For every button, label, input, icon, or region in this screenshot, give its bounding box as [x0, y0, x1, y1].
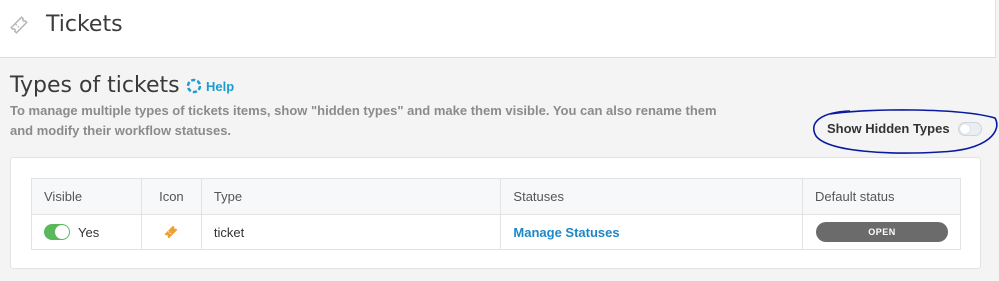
- statuses-cell: Manage Statuses: [500, 214, 803, 250]
- ticket-types-card: Visible Icon Type Statuses Default statu…: [10, 157, 981, 269]
- help-label: Help: [206, 78, 235, 94]
- icon-cell: [140, 214, 202, 250]
- help-link[interactable]: Help: [186, 78, 234, 94]
- column-header: Visible: [31, 178, 142, 215]
- default-status-cell: OPEN: [802, 214, 961, 250]
- ticket-icon: [10, 16, 28, 34]
- section-description: To manage multiple types of tickets item…: [10, 103, 717, 138]
- page-title: Tickets: [46, 12, 123, 37]
- column-header: Icon: [140, 178, 202, 215]
- visible-switch[interactable]: [44, 224, 70, 241]
- type-cell[interactable]: ticket: [200, 214, 502, 250]
- column-header: Statuses: [500, 178, 803, 215]
- column-header: Type: [200, 178, 502, 215]
- ticket-icon[interactable]: [162, 223, 180, 241]
- table-row: Yes ticket Manage Statuses OPEN: [31, 214, 961, 250]
- show-hidden-types-label: Show Hidden Types: [827, 121, 950, 136]
- page-header: Tickets: [0, 0, 996, 58]
- ticket-types-table: Visible Icon Type Statuses Default statu…: [31, 178, 961, 250]
- section-title: Types of tickets: [10, 73, 180, 98]
- visible-label: Yes: [78, 224, 100, 240]
- lifebuoy-icon: [186, 78, 202, 94]
- hidden-types-switch[interactable]: [957, 121, 982, 136]
- manage-statuses-link[interactable]: Manage Statuses: [513, 225, 619, 240]
- show-hidden-types-toggle[interactable]: Show Hidden Types: [827, 121, 982, 136]
- table-header-row: Visible Icon Type Statuses Default statu…: [31, 178, 961, 215]
- default-status-badge[interactable]: OPEN: [816, 222, 948, 242]
- visible-cell: Yes: [31, 214, 142, 250]
- column-header: Default status: [802, 178, 961, 215]
